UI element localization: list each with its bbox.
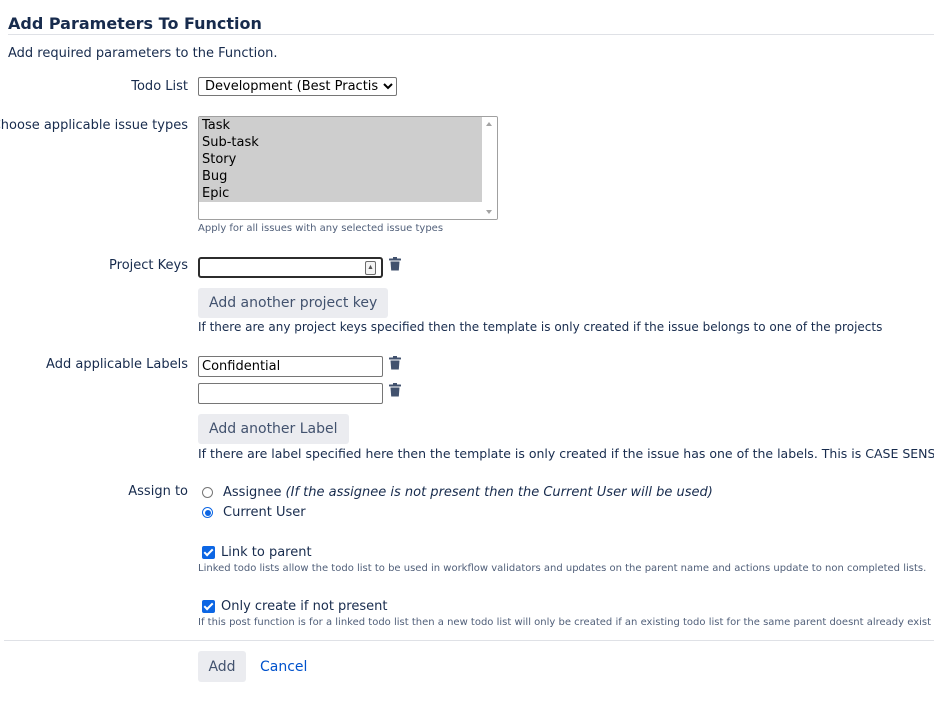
assignee-radio-option[interactable]: Assignee (If the assignee is not present… [202,485,713,500]
label-input-1[interactable] [198,356,383,377]
dialog-title: Add Parameters To Function [8,14,262,33]
only-create-label: Only create if not present [221,599,388,614]
delete-label-1-trash-icon[interactable] [389,356,401,370]
assignee-radio[interactable] [202,487,213,498]
issue-type-option-epic[interactable]: Epic [199,185,482,202]
assignee-note: (If the assignee is not present then the… [285,485,713,500]
delete-project-key-trash-icon[interactable] [389,257,401,271]
link-to-parent-option[interactable]: Link to parent [202,545,312,560]
link-to-parent-label: Link to parent [221,545,312,560]
cancel-link[interactable]: Cancel [260,659,307,675]
only-create-checkbox[interactable] [202,600,215,613]
dialog-description: Add required parameters to the Function. [8,46,278,61]
issue-types-scrollbar[interactable] [482,117,497,219]
scroll-down-arrow-icon[interactable] [486,210,492,214]
link-to-parent-checkbox[interactable] [202,546,215,559]
issue-type-option-sub-task[interactable]: Sub-task [199,134,482,151]
project-keys-hint: If there are any project keys specified … [198,320,883,334]
current-user-radio-label: Current User [223,505,306,520]
current-user-radio[interactable] [202,507,213,518]
footer-divider [4,640,934,641]
project-keys-label: Project Keys [109,258,188,273]
labels-label: Add applicable Labels [46,357,188,372]
delete-label-2-trash-icon[interactable] [389,383,401,397]
assignee-radio-label: Assignee [223,485,282,500]
link-to-parent-hint: Linked todo lists allow the todo list to… [198,563,927,574]
only-create-option[interactable]: Only create if not present [202,599,387,614]
issue-types-listbox[interactable]: Task Sub-task Story Bug Epic [198,116,498,220]
labels-hint: If there are label specified here then t… [198,446,934,461]
label-input-2[interactable] [198,383,383,404]
add-another-project-key-button[interactable]: Add another project key [198,288,389,318]
issue-types-label: Choose applicable issue types [0,118,188,133]
todo-list-select[interactable]: Development (Best Practises) [198,77,397,96]
scroll-up-arrow-icon[interactable] [486,122,492,126]
add-button[interactable]: Add [198,651,246,682]
issue-types-hint: Apply for all issues with any selected i… [198,223,444,234]
header-divider [8,34,934,35]
issue-type-option-bug[interactable]: Bug [199,168,482,185]
add-another-label-button[interactable]: Add another Label [198,414,349,444]
issue-type-option-task[interactable]: Task [199,117,482,134]
autofill-contact-icon[interactable]: ▲ [365,261,376,275]
issue-type-option-story[interactable]: Story [199,151,482,168]
project-key-input[interactable] [198,257,383,278]
only-create-hint: If this post function is for a linked to… [198,617,932,628]
current-user-radio-option[interactable]: Current User [202,505,306,520]
todo-list-label: Todo List [131,79,188,94]
assign-to-label: Assign to [128,484,188,499]
